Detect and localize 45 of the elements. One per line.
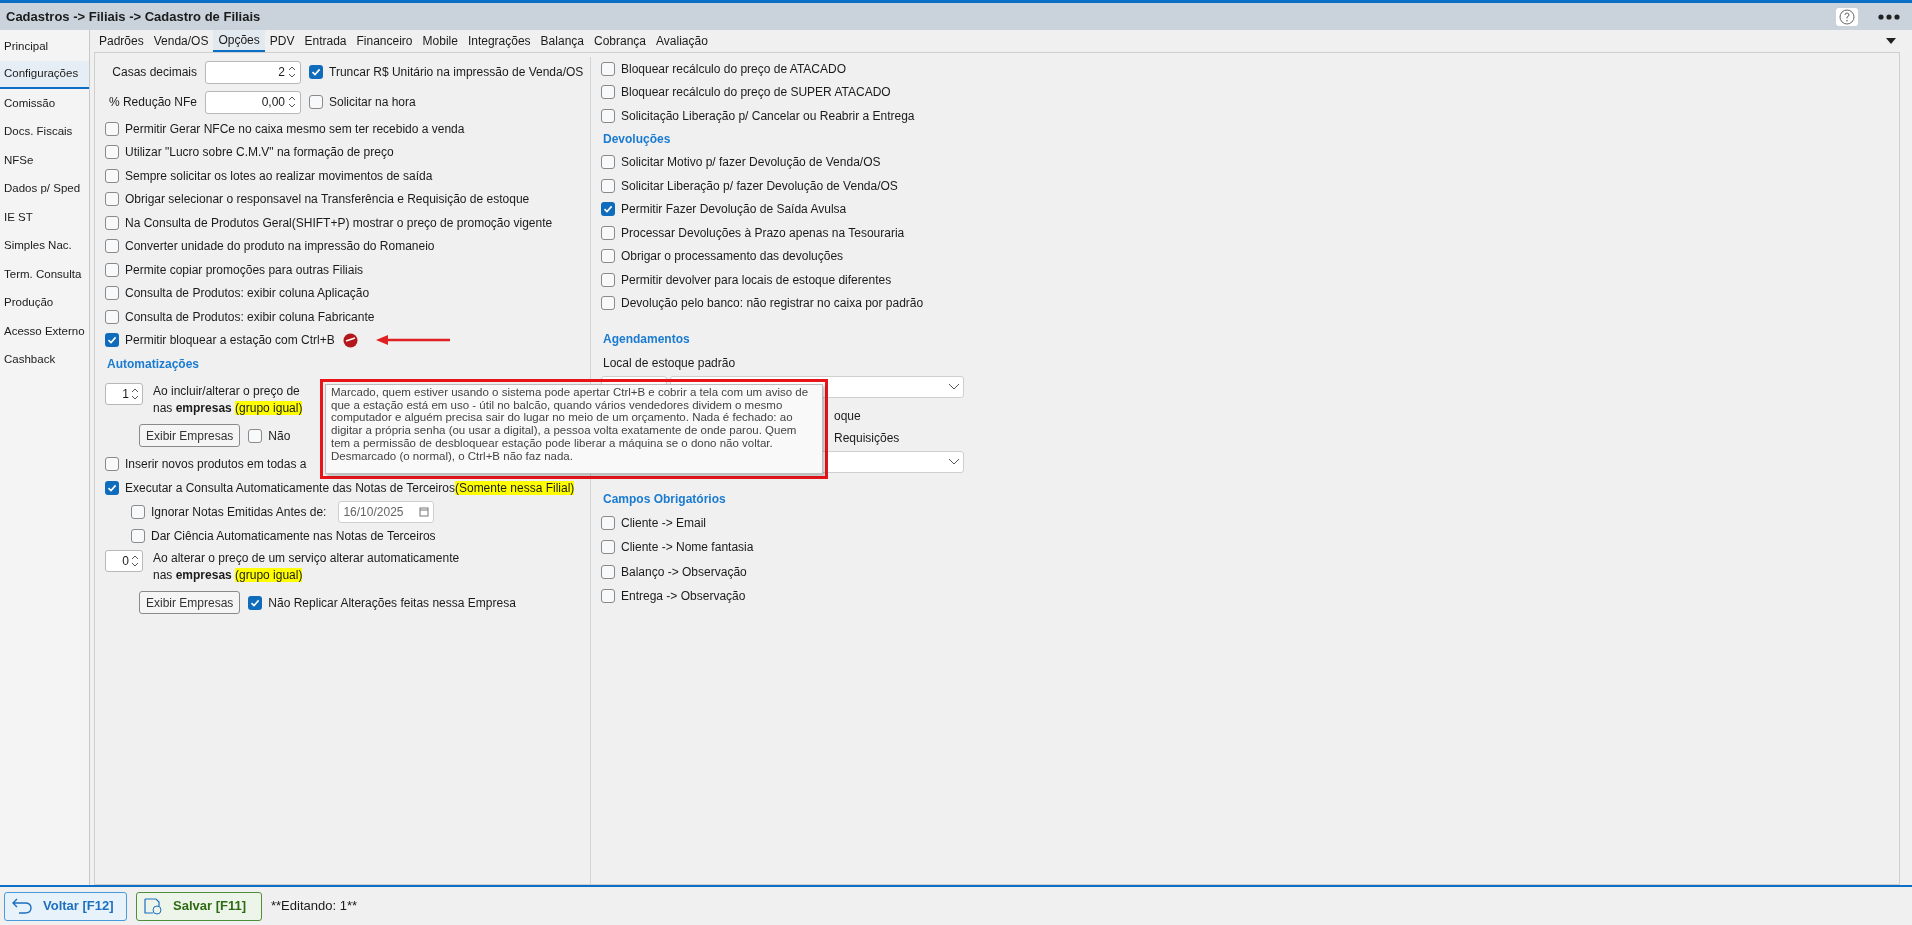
- option-label: Permitir bloquear a estação com Ctrl+B: [125, 332, 335, 350]
- breadcrumb: Cadastros -> Filiais -> Cadastro de Filiais: [6, 7, 262, 26]
- option-label: Permite copiar promoções para outras Filiais: [125, 261, 364, 279]
- option-label: Consulta de Produtos: exibir coluna Aplicação: [125, 285, 370, 303]
- option-label: Entrega -> Observação: [621, 588, 746, 606]
- option-label: Solicitar Motivo p/ fazer Devolução de Venda/OS: [621, 154, 881, 172]
- field-label: Local de estoque padrão: [602, 355, 737, 372]
- rule-text: Ao incluir/alterar o preço de nas empresas (grupo igual): [153, 383, 303, 417]
- option-label: Processar Devoluções à Prazo apenas na Tesouraria: [621, 224, 905, 242]
- option-label: Não: [268, 427, 291, 445]
- field-label: oque: [834, 408, 861, 425]
- option-label: Ignorar Notas Emitidas Antes de:: [151, 504, 327, 521]
- option-label: Na Consulta de Produtos Geral(SHIFT+P) mostrar o preço de promoção vigente: [125, 214, 553, 232]
- field-label: Casas decimais: [111, 64, 197, 81]
- option-label: Obrigar selecionar o responsavel na Transferência e Requisição de estoque: [125, 191, 530, 209]
- option-label: Converter unidade do produto na impressão do Romaneio: [125, 238, 435, 256]
- option-label: Cliente -> Nome fantasia: [621, 539, 754, 557]
- section-heading: Campos Obrigatórios: [602, 490, 727, 508]
- option-label: Utilizar "Lucro sobre C.M.V" na formação de preço: [125, 144, 394, 162]
- option-label: Inserir novos produtos em todas a: [125, 456, 307, 474]
- option-label: Permitir Gerar NFCe no caixa mesmo sem ter recebido a venda: [125, 120, 465, 138]
- option-label: Solicitar na hora: [329, 94, 416, 111]
- tooltip: Marcado, quem estiver usando o sistema pode apertar Ctrl+B e cobrir a tela com um aviso de que a estação está em uso - útil no balcão, quando vários vendedores dividem o mesmo computador e alguém precisa sair do lugar no meio de um orçamento. Nada é fechado: ao digitar a própria senha (ou usar a digital), a pessoa volta exatamente de onde parou. Quem tem a permissão de desbloquear estação pode liberar a máquina se o dono não voltar. Desmarcado (o normal), o Ctrl+B não faz nada.: [325, 384, 823, 474]
- option-label: Solicitação Liberação p/ Cancelar ou Reabrir a Entrega: [621, 107, 915, 125]
- option-label: Permitir Fazer Devolução de Saída Avulsa: [621, 201, 847, 219]
- option-label: Balanço -> Observação: [621, 563, 747, 581]
- status-text: **Editando: 1**: [271, 897, 357, 916]
- field-label: Requisições: [834, 430, 900, 447]
- option-label: Solicitar Liberação p/ fazer Devolução de Venda/OS: [621, 177, 898, 195]
- section-heading: Agendamentos: [602, 330, 691, 348]
- option-label: Obrigar o processamento das devoluções: [621, 248, 844, 266]
- option-label: Consulta de Produtos: exibir coluna Fabricante: [125, 308, 375, 326]
- option-label: Bloquear recálculo do preço de ATACADO: [621, 60, 846, 78]
- option-label: Devolução pelo banco: não registrar no caixa por padrão: [621, 295, 924, 313]
- option-label: Bloquear recálculo do preço de SUPER ATACADO: [621, 84, 891, 102]
- section-heading: Devoluções: [602, 131, 672, 148]
- option-label: Não Replicar Alterações feitas nessa Empresa: [268, 594, 516, 612]
- rule-text: Ao alterar o preço de um serviço alterar automaticamente nas empresas (grupo igual): [153, 550, 460, 584]
- option-label: Truncar R$ Unitário na impressão de Venda/OS: [329, 64, 584, 81]
- section-heading: Automatizações: [106, 355, 201, 373]
- option-label: Sempre solicitar os lotes ao realizar movimentos de saída: [125, 167, 433, 185]
- option-label: Permitir devolver para locais de estoque diferentes: [621, 271, 892, 289]
- option-label: Cliente -> Email: [621, 514, 707, 532]
- option-label: Dar Ciência Automaticamente nas Notas de Terceiros: [151, 528, 436, 546]
- field-label: % Redução NFe: [107, 94, 197, 111]
